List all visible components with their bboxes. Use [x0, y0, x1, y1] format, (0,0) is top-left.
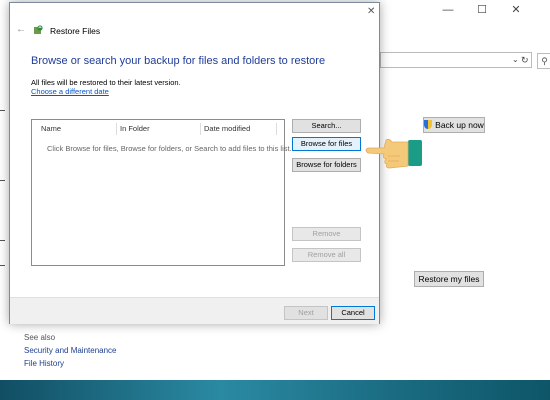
security-maintenance-link[interactable]: Security and Maintenance [24, 346, 117, 355]
chevron-down-icon[interactable]: ⌄ [512, 55, 519, 64]
restore-note: All files will be restored to their late… [31, 78, 181, 87]
restore-files-icon [34, 25, 43, 34]
column-header-name[interactable]: Name [38, 123, 113, 135]
back-up-now-label: Back up now [435, 120, 484, 130]
choose-date-link[interactable]: Choose a different date [31, 87, 109, 96]
close-icon[interactable]: ✕ [367, 6, 375, 17]
back-up-now-button[interactable]: Back up now [423, 117, 485, 133]
remove-button[interactable]: Remove [292, 227, 361, 241]
restore-files-dialog: ✕ ← Restore Files Browse or search your … [9, 2, 380, 324]
cancel-button[interactable]: Cancel [331, 306, 375, 320]
dialog-heading: Browse or search your backup for files a… [31, 55, 326, 67]
browse-for-folders-button[interactable]: Browse for folders [292, 158, 361, 172]
search-icon[interactable]: ⚲ [537, 53, 550, 69]
dialog-title: Restore Files [50, 26, 101, 36]
file-history-link[interactable]: File History [24, 359, 64, 368]
shield-icon [424, 120, 433, 129]
dialog-footer: Next Cancel [10, 297, 379, 324]
restore-my-files-button[interactable]: Restore my files [414, 271, 484, 287]
minimize-icon[interactable]: — [438, 2, 458, 18]
column-header-date-modified[interactable]: Date modified [200, 123, 277, 135]
column-header-in-folder[interactable]: In Folder [116, 123, 198, 135]
desktop-background [0, 380, 550, 400]
close-icon[interactable]: ✕ [506, 2, 526, 18]
refresh-icon[interactable]: ↻ [521, 55, 529, 66]
left-nav-edge [0, 60, 6, 290]
browse-for-files-button[interactable]: Browse for files [292, 137, 361, 151]
see-also-heading: See also [24, 333, 56, 342]
address-bar[interactable] [380, 52, 532, 68]
files-list[interactable]: Name In Folder Date modified Click Brows… [31, 119, 292, 266]
back-arrow-icon[interactable]: ← [16, 24, 26, 35]
next-button[interactable]: Next [284, 306, 328, 320]
search-button[interactable]: Search... [292, 119, 361, 133]
pointing-hand-icon [365, 138, 422, 169]
maximize-icon[interactable]: ☐ [472, 2, 492, 18]
empty-list-hint: Click Browse for files, Browse for folde… [47, 144, 292, 153]
remove-all-button[interactable]: Remove all [292, 248, 361, 262]
